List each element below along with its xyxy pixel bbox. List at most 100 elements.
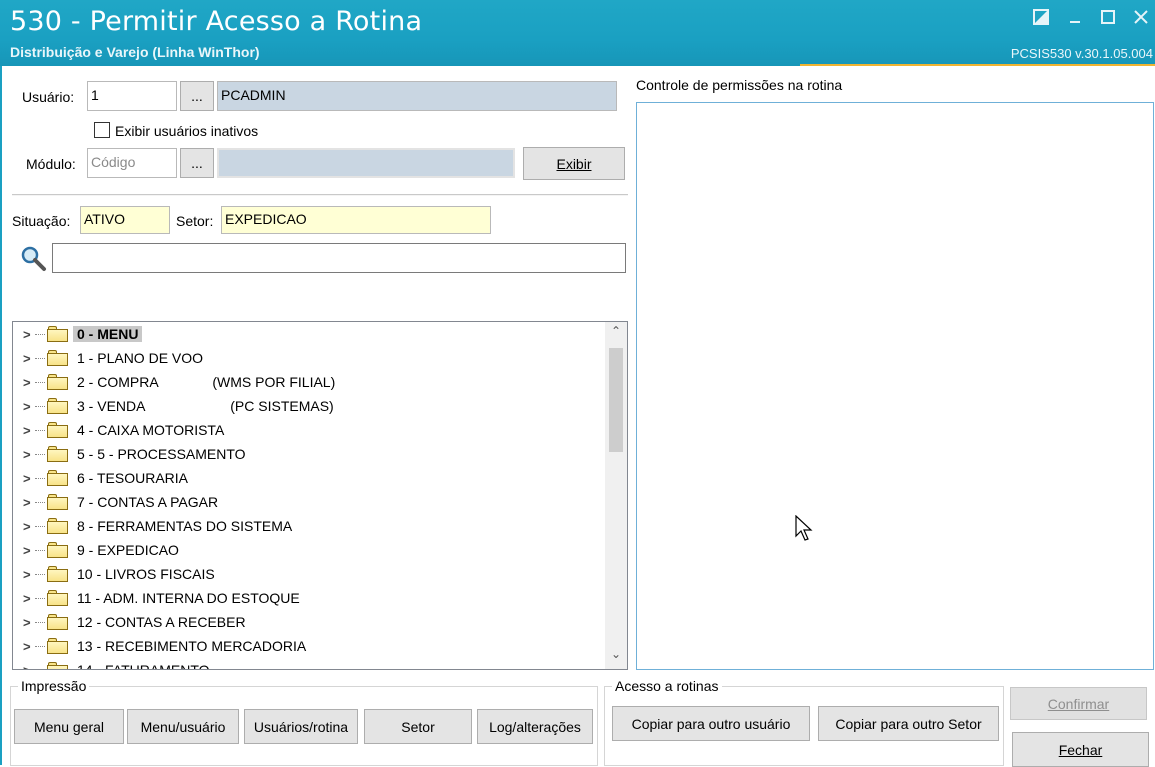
expand-chevron-icon[interactable]: > [23,447,35,462]
tree-item-label: 4 - CAIXA MOTORISTA [77,422,225,438]
folder-icon [47,590,69,606]
maximize-icon[interactable] [1095,6,1121,32]
setor-field: EXPEDICAO [221,206,491,234]
tree-item[interactable]: >2 - COMPRA (WMS POR FILIAL) [13,370,603,394]
tree-item[interactable]: >4 - CAIXA MOTORISTA [13,418,603,442]
tree-item-label: 10 - LIVROS FISCAIS [77,566,215,582]
tree-item[interactable]: >13 - RECEBIMENTO MERCADORIA [13,634,603,658]
expand-chevron-icon[interactable]: > [23,351,35,366]
expand-chevron-icon[interactable]: > [23,399,35,414]
expand-chevron-icon[interactable]: > [23,495,35,510]
permissions-panel[interactable] [636,102,1154,670]
tree-connector [35,405,45,407]
expand-chevron-icon[interactable]: > [23,327,35,342]
tree-connector [35,501,45,503]
tree-item[interactable]: >7 - CONTAS A PAGAR [13,490,603,514]
expand-chevron-icon[interactable]: > [23,375,35,390]
search-icon [18,244,48,274]
tree-item[interactable]: >9 - EXPEDICAO [13,538,603,562]
expand-chevron-icon[interactable]: > [23,591,35,606]
tree-item[interactable]: >3 - VENDA (PC SISTEMAS) [13,394,603,418]
usuario-lookup-button[interactable]: ... [180,81,214,111]
inactive-users-checkbox[interactable] [94,122,110,138]
scroll-down-icon[interactable]: ⌄ [605,647,627,667]
search-input[interactable] [52,243,626,273]
minimize-icon[interactable] [1062,6,1088,32]
tree-connector [35,573,45,575]
expand-chevron-icon[interactable]: > [23,615,35,630]
tree-item[interactable]: >14 - FATURAMENTO [13,658,603,670]
expand-chevron-icon[interactable]: > [23,639,35,654]
tree-item[interactable]: >1 - PLANO DE VOO [13,346,603,370]
folder-icon [47,398,69,414]
menu-usuario-button[interactable]: Menu/usuário [127,709,239,744]
tree-connector [35,621,45,623]
exibir-button[interactable]: Exibir [523,147,625,180]
tree-item[interactable]: >6 - TESOURARIA [13,466,603,490]
expand-chevron-icon[interactable]: > [23,567,35,582]
modulo-name-field [217,148,515,178]
tree-item[interactable]: >5 - 5 - PROCESSAMENTO [13,442,603,466]
log-alteracoes-button[interactable]: Log/alterações [477,709,593,744]
copiar-usuario-button[interactable]: Copiar para outro usuário [612,706,810,741]
tree-connector [35,525,45,527]
confirmar-button[interactable]: Confirmar [1010,687,1147,720]
impressao-title: Impressão [18,678,90,694]
expand-chevron-icon[interactable]: > [23,663,35,670]
tree-item-label: 13 - RECEBIMENTO MERCADORIA [77,638,307,654]
tree-connector [35,645,45,647]
mouse-cursor-icon [795,514,815,543]
tree-item-label: 3 - VENDA (PC SISTEMAS) [77,398,334,414]
menu-geral-button[interactable]: Menu geral [14,709,124,744]
tree-item[interactable]: >12 - CONTAS A RECEBER [13,610,603,634]
folder-icon [47,470,69,486]
tree-connector [35,381,45,383]
situacao-label: Situação: [12,213,71,229]
tree-item-label: 2 - COMPRA (WMS POR FILIAL) [77,374,336,390]
fechar-button[interactable]: Fechar [1012,732,1149,767]
folder-icon [47,422,69,438]
separator [12,194,628,196]
modulo-code-field[interactable]: Código [87,148,177,178]
setor-button[interactable]: Setor [364,709,472,744]
tree-item[interactable]: >10 - LIVROS FISCAIS [13,562,603,586]
tree-connector [35,453,45,455]
tree-connector [35,333,45,335]
tree-item-label: 14 - FATURAMENTO [77,662,210,670]
tree-scrollbar[interactable]: ⌃ ⌄ [605,322,627,669]
folder-icon [47,374,69,390]
menu-tree[interactable]: >0 - MENU >1 - PLANO DE VOO >2 - COMPRA (W… [12,321,628,670]
tree-item-label: 5 - 5 - PROCESSAMENTO [77,446,246,462]
expand-chevron-icon[interactable]: > [23,423,35,438]
usuario-code-field[interactable]: 1 [87,81,177,111]
folder-icon [47,614,69,630]
folder-icon [47,542,69,558]
tree-item-label: 12 - CONTAS A RECEBER [77,614,246,630]
tree-item-label: 11 - ADM. INTERNA DO ESTOQUE [77,590,300,606]
tree-connector [35,597,45,599]
permissions-title: Controle de permissões na rotina [636,77,843,93]
tree-item[interactable]: >0 - MENU [13,322,603,346]
tree-connector [35,549,45,551]
tree-item[interactable]: >8 - FERRAMENTAS DO SISTEMA [13,514,603,538]
scroll-thumb[interactable] [609,348,623,452]
folder-icon [47,566,69,582]
usuario-label: Usuário: [22,89,75,105]
modulo-lookup-button[interactable]: ... [180,148,214,178]
window-title: 530 - Permitir Acesso a Rotina [10,6,423,37]
scroll-up-icon[interactable]: ⌃ [605,324,627,344]
usuarios-rotina-button[interactable]: Usuários/rotina [244,709,358,744]
tree-item[interactable]: >11 - ADM. INTERNA DO ESTOQUE [13,586,603,610]
tree-item-label: 6 - TESOURARIA [77,470,188,486]
main-frame: Usuário: 1 ... PCADMIN Exibir usuários i… [0,66,1155,767]
tree-item-label: 8 - FERRAMENTAS DO SISTEMA [77,518,293,534]
expand-chevron-icon[interactable]: > [23,471,35,486]
close-icon[interactable] [1128,6,1154,32]
acesso-title: Acesso a rotinas [612,678,722,694]
restore-theme-icon[interactable] [1028,6,1054,32]
copiar-setor-button[interactable]: Copiar para outro Setor [818,706,999,741]
folder-icon [47,350,69,366]
expand-chevron-icon[interactable]: > [23,519,35,534]
expand-chevron-icon[interactable]: > [23,543,35,558]
tree-connector [35,477,45,479]
